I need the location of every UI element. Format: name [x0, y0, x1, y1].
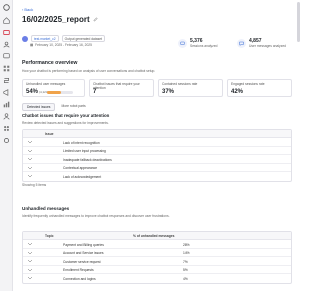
unhandled-card: Unhandled user messages 54%(4,123/7,614): [22, 79, 85, 97]
back-arrow-icon: ‹: [22, 7, 24, 12]
table-row[interactable]: Connection and logins 4%: [23, 274, 291, 283]
bot-icon[interactable]: [3, 29, 10, 36]
scrollbar[interactable]: [296, 0, 300, 291]
table-row[interactable]: Customer service request 7%: [23, 257, 291, 266]
people-icon[interactable]: [3, 41, 10, 48]
unhandled-table: Topic % of unhandled messages Payment an…: [22, 231, 292, 284]
grid-icon[interactable]: [3, 65, 10, 72]
chevron-down-icon[interactable]: [28, 166, 32, 169]
chevron-down-icon[interactable]: [28, 175, 32, 177]
table-row[interactable]: Lack of acknowledgement: [23, 172, 291, 181]
chat-icon[interactable]: [3, 53, 10, 60]
avatar: [22, 35, 28, 42]
issues-subtitle: Review detected issues and suggestions f…: [22, 121, 109, 125]
messages-stat: 4,857 User messages analyzed: [237, 35, 286, 52]
sessions-stat: 5,376 Sessions analyzed: [178, 35, 218, 52]
chevron-down-icon[interactable]: [28, 243, 32, 245]
performance-subtitle: How your chatbot is performing based on …: [22, 69, 156, 73]
issues-title: Chatbot issues that require your attenti…: [22, 113, 110, 118]
table-row[interactable]: Payment and Billing queries 28%: [23, 240, 291, 249]
tab-bar: Detected issues More robot parts: [22, 103, 90, 111]
issues-table: Issue Lack of intent recognition Limited…: [22, 129, 292, 182]
table-row[interactable]: Inadequate fallback deactivations: [23, 155, 291, 164]
calendar-icon: ▦: [30, 43, 34, 47]
table-row[interactable]: Account and Service issues 14%: [23, 249, 291, 257]
performance-title: Performance overview: [22, 60, 78, 66]
user-icon[interactable]: [3, 113, 10, 120]
chevron-down-icon[interactable]: [28, 158, 32, 160]
apps-icon[interactable]: [3, 125, 10, 132]
flow-icon[interactable]: [3, 77, 10, 84]
megaphone-icon[interactable]: [3, 89, 10, 96]
chevron-down-icon[interactable]: [28, 149, 32, 152]
tab-more[interactable]: More robot parts: [57, 103, 89, 111]
date-range: February 10, 2025 - February 16, 2025: [35, 43, 92, 47]
settings-icon[interactable]: [3, 137, 10, 144]
table-row[interactable]: Contextual appearance: [23, 164, 291, 172]
table-row[interactable]: Enrollment Requests 5%: [23, 266, 291, 274]
back-link[interactable]: ‹ Back: [22, 7, 33, 12]
issues-card: Chatbot issues that require your attenti…: [89, 79, 154, 97]
unhandled-progress: [47, 91, 73, 94]
issues-count: Showing 5 items: [22, 183, 47, 187]
contained-card: Contained sessions rate 37%: [158, 79, 223, 97]
home-icon[interactable]: [3, 17, 10, 24]
infobip-logo-icon[interactable]: [3, 4, 10, 11]
chevron-down-icon[interactable]: [28, 141, 32, 143]
owner-chip[interactable]: test.market_c2: [31, 35, 59, 42]
unhandled-title: Unhandled messages: [22, 206, 70, 211]
table-row[interactable]: Lack of intent recognition: [23, 138, 291, 147]
status-chip: Output generated dataset: [61, 35, 106, 42]
message-icon: [237, 39, 246, 48]
chevron-down-icon[interactable]: [28, 277, 32, 279]
page-title: 16/02/2025_report: [22, 15, 90, 24]
chevron-down-icon[interactable]: [28, 260, 32, 262]
unhandled-subtitle: Identify frequently unhandled messages t…: [22, 214, 170, 218]
engaged-card: Engaged sessions rate 42%: [227, 79, 292, 97]
chat-bubbles-icon: [178, 39, 187, 48]
report-page: ‹ Back 16/02/2025_report test.market_c2 …: [13, 0, 300, 291]
chart-icon[interactable]: [3, 101, 10, 108]
left-rail: [0, 0, 13, 291]
chevron-down-icon[interactable]: [28, 251, 32, 254]
table-row[interactable]: Limited user input processing: [23, 147, 291, 155]
edit-title-icon[interactable]: [93, 17, 98, 22]
tab-detected-issues[interactable]: Detected issues: [22, 103, 56, 111]
chevron-down-icon[interactable]: [28, 268, 32, 271]
